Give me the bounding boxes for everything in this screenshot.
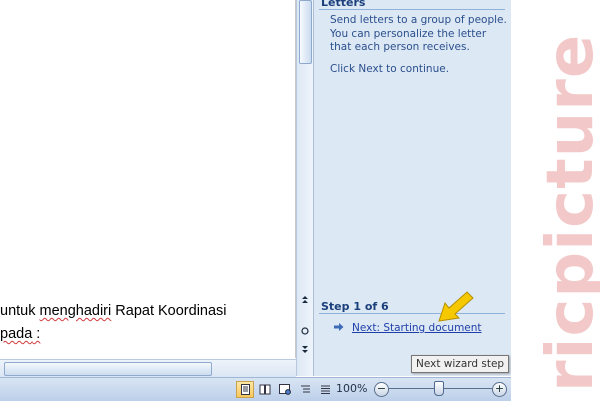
tooltip: Next wizard step: [411, 355, 510, 373]
svg-text:ricpicture: ricpicture: [534, 34, 600, 392]
zoom-in-button[interactable]: +: [492, 382, 507, 397]
document-text-line[interactable]: pada :: [0, 326, 40, 342]
zoom-level[interactable]: 100%: [336, 382, 367, 395]
double-chevron-up-icon: [302, 296, 308, 303]
document-text: :: [32, 326, 41, 342]
web-layout-icon: [279, 384, 291, 395]
print-layout-icon: [240, 384, 250, 395]
zoom-out-button[interactable]: −: [374, 382, 389, 397]
divider: [319, 9, 505, 10]
pane-description: Send letters to a group of people. You c…: [330, 14, 508, 55]
document-text-line[interactable]: untuk menghadiri Rapat Koordinasi: [0, 303, 227, 319]
outline-icon: [300, 385, 310, 393]
next-page-button[interactable]: [298, 345, 312, 358]
divider: [319, 313, 505, 314]
misspelled-word: pada: [0, 326, 33, 342]
print-layout-view-button[interactable]: [236, 381, 254, 398]
draft-icon: [320, 385, 330, 394]
draft-view-button[interactable]: [316, 381, 334, 398]
web-layout-view-button[interactable]: [276, 381, 294, 398]
description-line: Send letters to a group of people.: [330, 14, 507, 26]
pane-section-title: Letters: [321, 0, 366, 9]
zoom-slider-thumb[interactable]: [434, 381, 444, 396]
horizontal-scroll-thumb[interactable]: [4, 362, 212, 376]
document-text: untuk: [0, 303, 40, 319]
highlight-arrow-icon: [438, 291, 474, 322]
vertical-scrollbar[interactable]: [296, 0, 313, 376]
document-text: Rapat Koordinasi: [111, 303, 227, 319]
step-label: Step 1 of 6: [321, 300, 389, 313]
watermark-logo: ricpicture: [534, 34, 600, 392]
book-icon: [259, 384, 271, 395]
description-line: You can personalize the letter: [330, 27, 487, 40]
select-browse-object-button[interactable]: [298, 327, 312, 340]
outline-view-button[interactable]: [296, 381, 314, 398]
document-page[interactable]: untuk menghadiri Rapat Koordinasi pada :: [0, 0, 296, 358]
misspelled-word: menghadiri: [39, 303, 112, 319]
mail-merge-task-pane: Letters Send letters to a group of peopl…: [313, 0, 512, 376]
vertical-scroll-thumb[interactable]: [299, 0, 312, 64]
status-bar: 100% − +: [0, 377, 511, 401]
arrow-right-icon: [334, 323, 344, 331]
browse-object-circle-icon: [301, 327, 309, 335]
full-screen-reading-view-button[interactable]: [256, 381, 274, 398]
view-buttons: [236, 381, 334, 398]
click-next-instruction: Click Next to continue.: [330, 63, 450, 75]
horizontal-scrollbar[interactable]: [0, 359, 296, 377]
description-line: that each person receives.: [330, 41, 470, 53]
double-chevron-down-icon: [302, 346, 308, 353]
previous-page-button[interactable]: [298, 295, 312, 308]
